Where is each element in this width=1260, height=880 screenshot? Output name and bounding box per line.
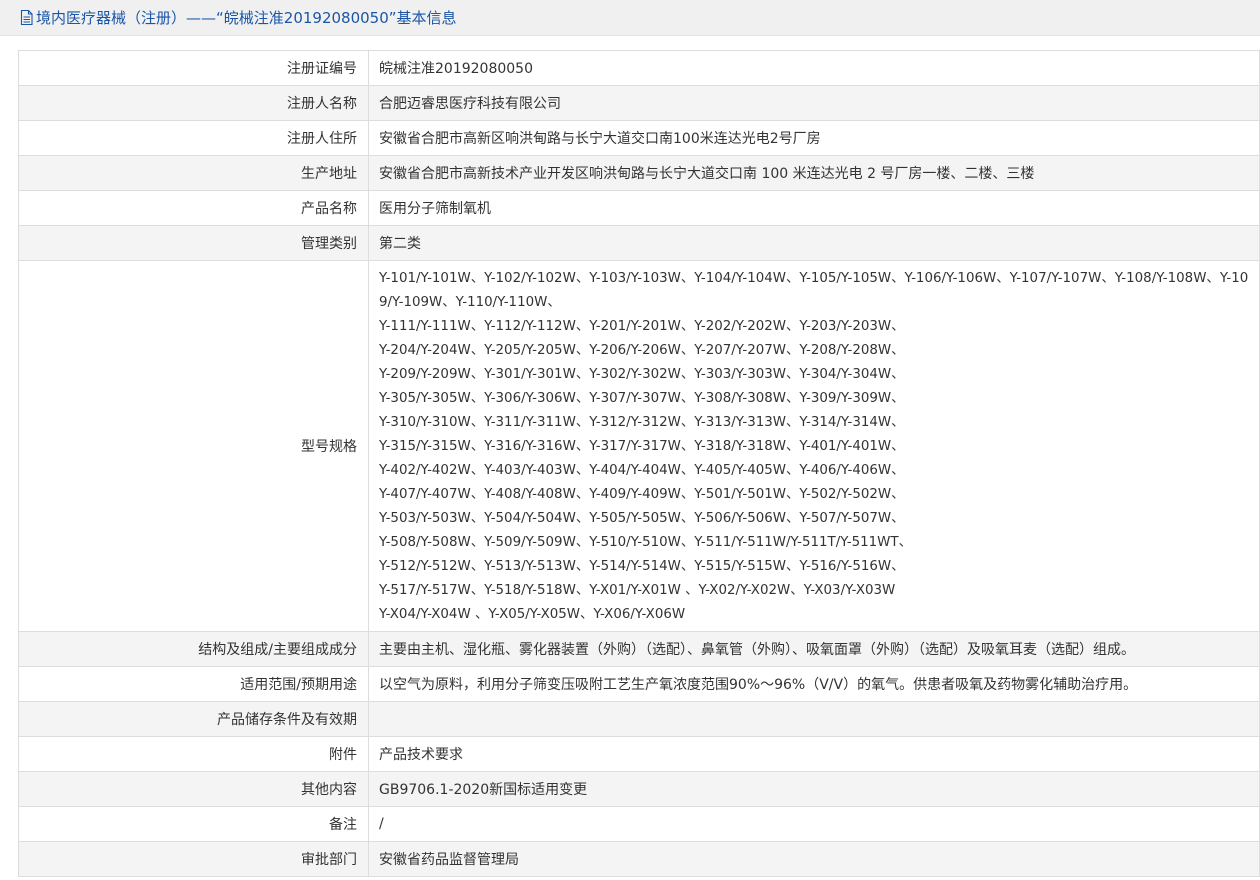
field-value: 医用分子筛制氧机	[368, 190, 1260, 226]
field-value: 产品技术要求	[368, 736, 1260, 772]
table-row: 备注 /	[18, 806, 1260, 842]
field-label: 附件	[18, 736, 369, 772]
field-value	[368, 701, 1260, 737]
model-line: Y-315/Y-315W、Y-316/Y-316W、Y-317/Y-317W、Y…	[379, 439, 905, 454]
table-row: 注册证编号 皖械注准20192080050	[18, 50, 1260, 86]
info-table: 注册证编号 皖械注准20192080050 注册人名称 合肥迈睿思医疗科技有限公…	[18, 50, 1260, 877]
field-label: 注册人名称	[18, 85, 369, 121]
model-line: Y-512/Y-512W、Y-513/Y-513W、Y-514/Y-514W、Y…	[379, 559, 905, 574]
field-value: 安徽省合肥市高新区响洪甸路与长宁大道交口南100米连达光电2号厂房	[368, 120, 1260, 156]
model-line: Y-402/Y-402W、Y-403/Y-403W、Y-404/Y-404W、Y…	[379, 463, 905, 478]
info-table-container: 注册证编号 皖械注准20192080050 注册人名称 合肥迈睿思医疗科技有限公…	[18, 50, 1260, 877]
model-line: Y-508/Y-508W、Y-509/Y-509W、Y-510/Y-510W、Y…	[379, 535, 912, 550]
table-row: 产品储存条件及有效期	[18, 701, 1260, 737]
reg-no-value: 皖械注准20192080050	[379, 61, 533, 77]
field-label: 管理类别	[18, 225, 369, 261]
field-label: 注册人住所	[18, 120, 369, 156]
intended-use-value: 以空气为原料，利用分子筛变压吸附工艺生产氧浓度范围90%～96%（V/V）的氧气…	[379, 677, 1138, 693]
production-address-value: 安徽省合肥市高新技术产业开发区响洪甸路与长宁大道交口南 100 米连达光电 2 …	[379, 166, 1035, 182]
table-row: 适用范围/预期用途 以空气为原料，利用分子筛变压吸附工艺生产氧浓度范围90%～9…	[18, 666, 1260, 702]
approval-dept-value: 安徽省药品监督管理局	[379, 852, 519, 868]
document-icon	[20, 10, 33, 25]
table-row: 审批部门 安徽省药品监督管理局	[18, 841, 1260, 877]
table-row: 注册人名称 合肥迈睿思医疗科技有限公司	[18, 85, 1260, 121]
table-row: 注册人住所 安徽省合肥市高新区响洪甸路与长宁大道交口南100米连达光电2号厂房	[18, 120, 1260, 156]
model-line: Y-503/Y-503W、Y-504/Y-504W、Y-505/Y-505W、Y…	[379, 511, 905, 526]
field-value: 安徽省合肥市高新技术产业开发区响洪甸路与长宁大道交口南 100 米连达光电 2 …	[368, 155, 1260, 191]
table-row: 管理类别 第二类	[18, 225, 1260, 261]
field-value: 合肥迈睿思医疗科技有限公司	[368, 85, 1260, 121]
model-line: Y-209/Y-209W、Y-301/Y-301W、Y-302/Y-302W、Y…	[379, 367, 905, 382]
field-value: 安徽省药品监督管理局	[368, 841, 1260, 877]
table-row: 附件 产品技术要求	[18, 736, 1260, 772]
field-value: Y-101/Y-101W、Y-102/Y-102W、Y-103/Y-103W、Y…	[368, 260, 1260, 632]
field-label: 结构及组成/主要组成成分	[18, 631, 369, 667]
product-name-value: 医用分子筛制氧机	[379, 201, 491, 217]
field-label: 生产地址	[18, 155, 369, 191]
table-row: 其他内容 GB9706.1-2020新国标适用变更	[18, 771, 1260, 807]
field-value: /	[368, 806, 1260, 842]
category-value: 第二类	[379, 236, 421, 252]
model-line: Y-204/Y-204W、Y-205/Y-205W、Y-206/Y-206W、Y…	[379, 343, 905, 358]
registrant-address-value: 安徽省合肥市高新区响洪甸路与长宁大道交口南100米连达光电2号厂房	[379, 131, 821, 147]
field-label: 适用范围/预期用途	[18, 666, 369, 702]
attachment-value: 产品技术要求	[379, 747, 463, 763]
field-label: 产品储存条件及有效期	[18, 701, 369, 737]
registrant-value: 合肥迈睿思医疗科技有限公司	[379, 96, 561, 112]
model-line: Y-310/Y-310W、Y-311/Y-311W、Y-312/Y-312W、Y…	[379, 415, 905, 430]
table-row: 产品名称 医用分子筛制氧机	[18, 190, 1260, 226]
models-list: Y-101/Y-101W、Y-102/Y-102W、Y-103/Y-103W、Y…	[379, 261, 1253, 631]
table-row: 结构及组成/主要组成成分 主要由主机、湿化瓶、雾化器装置（外购）（选配）、鼻氧管…	[18, 631, 1260, 667]
table-row: 生产地址 安徽省合肥市高新技术产业开发区响洪甸路与长宁大道交口南 100 米连达…	[18, 155, 1260, 191]
table-row: 型号规格 Y-101/Y-101W、Y-102/Y-102W、Y-103/Y-1…	[18, 260, 1260, 632]
field-value: 第二类	[368, 225, 1260, 261]
field-label: 备注	[18, 806, 369, 842]
field-value: GB9706.1-2020新国标适用变更	[368, 771, 1260, 807]
field-label: 审批部门	[18, 841, 369, 877]
field-label: 产品名称	[18, 190, 369, 226]
field-value: 以空气为原料，利用分子筛变压吸附工艺生产氧浓度范围90%～96%（V/V）的氧气…	[368, 666, 1260, 702]
other-value: GB9706.1-2020新国标适用变更	[379, 782, 588, 798]
model-line: Y-101/Y-101W、Y-102/Y-102W、Y-103/Y-103W、Y…	[379, 271, 1249, 310]
field-label: 其他内容	[18, 771, 369, 807]
model-line: Y-111/Y-111W、Y-112/Y-112W、Y-201/Y-201W、Y…	[379, 319, 905, 334]
composition-value: 主要由主机、湿化瓶、雾化器装置（外购）（选配）、鼻氧管（外购）、吸氧面罩（外购）…	[379, 642, 1135, 658]
model-line: Y-407/Y-407W、Y-408/Y-408W、Y-409/Y-409W、Y…	[379, 487, 905, 502]
page-title: 境内医疗器械（注册）——“皖械注准20192080050”基本信息	[36, 9, 457, 27]
field-label: 型号规格	[18, 260, 369, 632]
field-value: 主要由主机、湿化瓶、雾化器装置（外购）（选配）、鼻氧管（外购）、吸氧面罩（外购）…	[368, 631, 1260, 667]
field-label: 注册证编号	[18, 50, 369, 86]
model-line: Y-X04/Y-X04W 、Y-X05/Y-X05W、Y-X06/Y-X06W	[379, 607, 686, 622]
page-header: 境内医疗器械（注册）——“皖械注准20192080050”基本信息	[0, 0, 1260, 36]
remark-value: /	[379, 816, 384, 832]
field-value: 皖械注准20192080050	[368, 50, 1260, 86]
model-line: Y-517/Y-517W、Y-518/Y-518W、Y-X01/Y-X01W 、…	[379, 583, 896, 598]
model-line: Y-305/Y-305W、Y-306/Y-306W、Y-307/Y-307W、Y…	[379, 391, 905, 406]
